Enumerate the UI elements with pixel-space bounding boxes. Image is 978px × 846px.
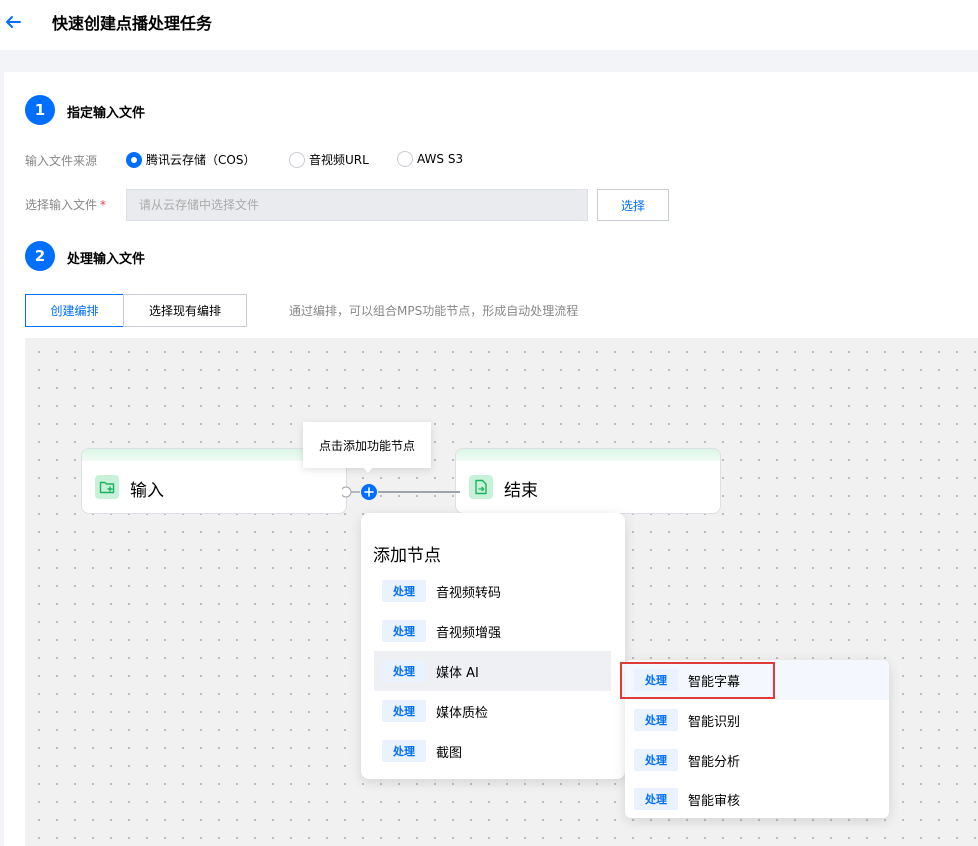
radio-cos-dot[interactable] — [126, 151, 142, 168]
page-title: 快速创建点播处理任务 — [52, 14, 213, 33]
menu-item-tag: 处理 — [634, 709, 678, 731]
folder-add-icon — [95, 475, 119, 499]
source-label: 输入文件来源 — [25, 154, 98, 168]
end-node-topbar — [456, 449, 720, 461]
menu-item-label: 智能字幕 — [688, 674, 741, 690]
menu-item-label: 媒体 AI — [436, 665, 479, 681]
radio-aws-label: AWS S3 — [417, 152, 464, 166]
submenu-item-smart-subtitle[interactable]: 处理 智能字幕 — [625, 660, 889, 700]
submenu-item-smart-review[interactable]: 处理 智能审核 — [625, 779, 889, 819]
end-node[interactable]: 结束 — [455, 448, 721, 514]
menu-item-label: 截图 — [436, 745, 463, 761]
radio-aws-dot[interactable] — [397, 151, 413, 167]
select-file-button[interactable]: 选择 — [597, 189, 669, 221]
arrow-left-icon[interactable] — [4, 13, 22, 31]
radio-url-dot[interactable] — [289, 151, 305, 168]
menu-item-label: 音视频转码 — [436, 585, 502, 601]
radio-cos[interactable]: 腾讯云存储（COS） — [126, 151, 255, 168]
add-node-tooltip: 点击添加功能节点 — [303, 422, 431, 468]
orchestration-hint: 通过编排，可以组合MPS功能节点，形成自动处理流程 — [289, 304, 579, 318]
radio-url[interactable]: 音视频URL — [289, 151, 369, 168]
menu-item-quality-check[interactable]: 处理 媒体质检 — [374, 691, 611, 731]
menu-item-label: 智能识别 — [688, 714, 741, 730]
step-1-badge: 1 — [25, 95, 55, 125]
menu-item-screenshot[interactable]: 处理 截图 — [374, 731, 611, 771]
end-node-label: 结束 — [504, 481, 538, 501]
media-ai-submenu: 处理 智能字幕 处理 智能识别 处理 智能分析 处理 智能审核 — [625, 660, 889, 818]
submenu-item-smart-analysis[interactable]: 处理 智能分析 — [625, 740, 889, 780]
menu-item-label: 音视频增强 — [436, 625, 502, 641]
radio-aws[interactable]: AWS S3 — [397, 151, 463, 167]
add-node-menu-title: 添加节点 — [373, 546, 441, 566]
file-label: 选择输入文件 * — [25, 196, 106, 213]
workflow-canvas[interactable]: 输入 结束 点击添加功能节点 添加节点 处理 音视频转码 处理 音视频增强 处理… — [25, 338, 978, 846]
menu-item-tag: 处理 — [634, 669, 678, 691]
menu-item-tag: 处理 — [634, 788, 678, 810]
menu-item-label: 媒体质检 — [436, 705, 489, 721]
input-node-label: 输入 — [130, 481, 164, 501]
file-path-input[interactable] — [126, 189, 588, 221]
menu-item-transcode[interactable]: 处理 音视频转码 — [374, 571, 611, 611]
tab-select-existing[interactable]: 选择现有编排 — [123, 294, 247, 327]
menu-item-tag: 处理 — [382, 700, 426, 722]
step-2-badge: 2 — [25, 241, 55, 271]
add-node-menu: 添加节点 处理 音视频转码 处理 音视频增强 处理 媒体 AI 处理 媒体质检 — [361, 513, 625, 779]
required-mark: * — [100, 198, 107, 212]
submenu-item-smart-recognition[interactable]: 处理 智能识别 — [625, 700, 889, 740]
menu-item-tag: 处理 — [634, 749, 678, 771]
tooltip-tail — [362, 466, 374, 473]
menu-item-label: 智能分析 — [688, 754, 741, 770]
step-2-title: 处理输入文件 — [67, 252, 146, 267]
menu-item-tag: 处理 — [382, 580, 426, 602]
menu-item-enhance[interactable]: 处理 音视频增强 — [374, 611, 611, 651]
menu-item-tag: 处理 — [382, 620, 426, 642]
menu-item-tag: 处理 — [382, 740, 426, 762]
menu-item-media-ai[interactable]: 处理 媒体 AI — [374, 651, 611, 691]
menu-item-tag: 处理 — [382, 660, 426, 682]
tab-create-orchestration[interactable]: 创建编排 — [25, 294, 124, 327]
radio-url-label: 音视频URL — [309, 153, 369, 167]
menu-item-label: 智能审核 — [688, 793, 741, 809]
file-label-text: 选择输入文件 — [25, 198, 98, 212]
page-header: 快速创建点播处理任务 — [0, 0, 978, 50]
step-1-title: 指定输入文件 — [67, 106, 146, 121]
radio-cos-label: 腾讯云存储（COS） — [146, 153, 256, 167]
add-node-plus-icon[interactable] — [360, 483, 378, 501]
main-card: 1 指定输入文件 输入文件来源 腾讯云存储（COS） 音视频URL AWS S3… — [4, 72, 978, 846]
